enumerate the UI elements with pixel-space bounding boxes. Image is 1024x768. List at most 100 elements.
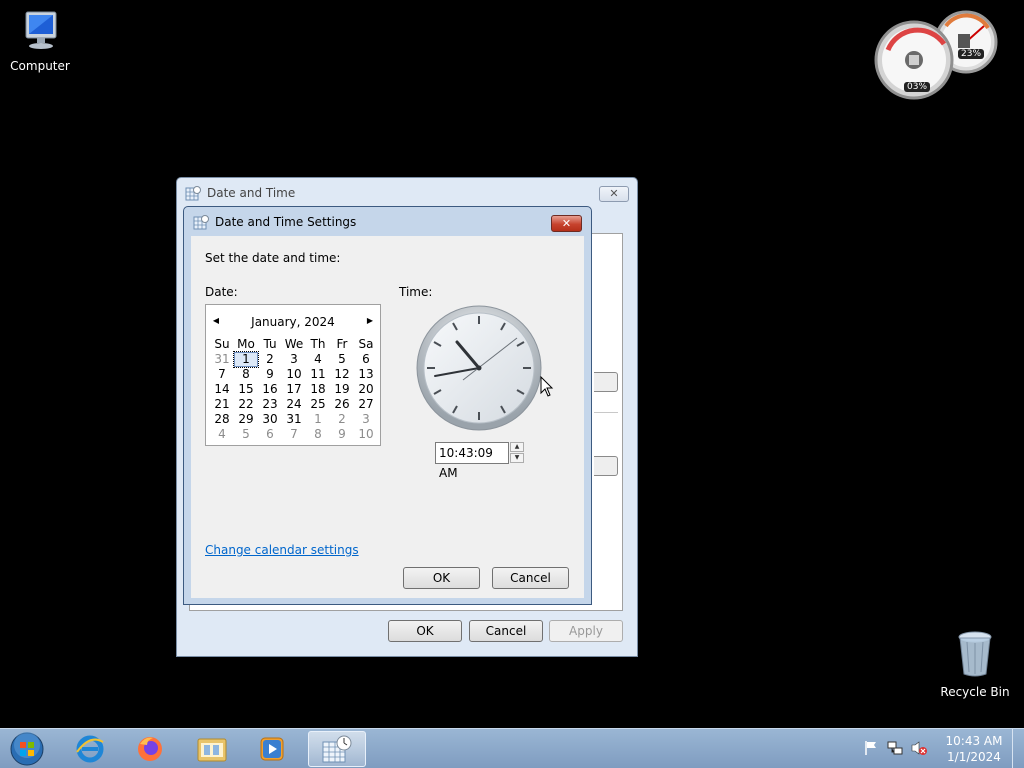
calendar-month-label[interactable]: January, 2024: [206, 315, 380, 329]
calendar-day[interactable]: 18: [306, 382, 330, 397]
time-spin-up[interactable]: ▲: [510, 442, 524, 452]
calendar-day[interactable]: 6: [354, 352, 378, 367]
weekday-header: Th: [310, 337, 326, 351]
outer-divider: [594, 412, 618, 413]
mouse-cursor-icon: [540, 376, 554, 397]
dialog-close-button[interactable]: ✕: [551, 215, 582, 232]
calendar-day-selected[interactable]: 1: [233, 351, 259, 368]
time-input[interactable]: 10:43:09 AM: [435, 442, 509, 480]
calendar-day[interactable]: 25: [306, 397, 330, 412]
taskbar-firefox[interactable]: [124, 731, 176, 767]
calendar-day[interactable]: 3: [282, 352, 306, 367]
taskbar-clock[interactable]: 10:43 AM 1/1/2024: [938, 733, 1010, 765]
taskbar-internet-explorer[interactable]: [64, 731, 116, 767]
calendar-header: ◀ January, 2024 ▶: [206, 313, 380, 331]
calendar-day[interactable]: 2: [330, 412, 354, 427]
calendar-day[interactable]: 4: [306, 352, 330, 367]
calendar-day[interactable]: 28: [210, 412, 234, 427]
outer-cancel-button[interactable]: Cancel: [469, 620, 543, 642]
calendar-day[interactable]: 6: [258, 427, 282, 442]
taskbar-file-explorer[interactable]: [186, 731, 238, 767]
calendar-day[interactable]: 19: [330, 382, 354, 397]
analog-clock-icon: [416, 305, 542, 431]
action-center-flag-icon[interactable]: [862, 739, 880, 757]
calendar-day[interactable]: 5: [234, 427, 258, 442]
weekday-header: We: [284, 337, 304, 351]
calendar-week-row: 7 8 9 10 11 12 13: [210, 367, 378, 382]
calendar-day[interactable]: 26: [330, 397, 354, 412]
calendar-day[interactable]: 29: [234, 412, 258, 427]
outer-titlebar[interactable]: Date and Time: [177, 178, 637, 208]
calendar-week-row: 21 22 23 24 25 26 27: [210, 397, 378, 412]
calendar-day[interactable]: 5: [330, 352, 354, 367]
next-month-arrow-icon[interactable]: ▶: [364, 315, 376, 327]
computer-desktop-icon[interactable]: Computer: [0, 8, 80, 73]
computer-label: Computer: [10, 59, 70, 73]
calendar-day[interactable]: 31: [210, 352, 234, 367]
cpu-usage-value: 03%: [904, 82, 931, 92]
outer-close-button[interactable]: ✕: [599, 186, 629, 202]
outer-hidden-button[interactable]: [594, 372, 618, 392]
close-icon: ✕: [561, 217, 572, 230]
calendar-week-row: 4 5 6 7 8 9 10: [210, 427, 378, 442]
change-calendar-settings-link[interactable]: Change calendar settings: [205, 543, 359, 557]
outer-hidden-button-2[interactable]: [594, 456, 618, 476]
weekday-header: Fr: [336, 337, 348, 351]
calendar-day[interactable]: 8: [306, 427, 330, 442]
spin-down-icon: ▼: [514, 454, 520, 461]
calendar-day[interactable]: 10: [282, 367, 306, 382]
taskbar-date-time[interactable]: [308, 731, 366, 767]
taskbar-media-player[interactable]: [246, 731, 298, 767]
calendar-day[interactable]: 27: [354, 397, 378, 412]
close-icon: ✕: [609, 187, 619, 200]
date-label: Date:: [205, 285, 238, 299]
calendar-day[interactable]: 1: [306, 412, 330, 427]
calendar-day[interactable]: 30: [258, 412, 282, 427]
weekday-header-row: Su Mo Tu We Th Fr Sa: [210, 337, 378, 352]
calendar-day[interactable]: 23: [258, 397, 282, 412]
spin-up-icon: ▲: [514, 443, 520, 450]
calendar-grid: Su Mo Tu We Th Fr Sa 31 1 2 3 4 5 6 7 8 …: [210, 337, 378, 442]
computer-icon: [25, 11, 57, 49]
calendar-day[interactable]: 10: [354, 427, 378, 442]
notification-area: [862, 739, 928, 757]
calendar-day[interactable]: 24: [282, 397, 306, 412]
time-spin-down[interactable]: ▼: [510, 453, 524, 463]
calendar-day[interactable]: 2: [258, 352, 282, 367]
calendar-day[interactable]: 15: [234, 382, 258, 397]
calendar-day[interactable]: 17: [282, 382, 306, 397]
cpu-meter-gadget[interactable]: 03% 23%: [874, 8, 1002, 104]
calendar-day[interactable]: 16: [258, 382, 282, 397]
calendar-day[interactable]: 22: [234, 397, 258, 412]
firefox-icon: [138, 737, 162, 761]
calendar-day[interactable]: 3: [354, 412, 378, 427]
calendar-day[interactable]: 8: [234, 367, 258, 382]
calendar-day[interactable]: 4: [210, 427, 234, 442]
calendar-day[interactable]: 12: [330, 367, 354, 382]
date-time-app-icon: [193, 215, 209, 230]
dialog-cancel-button[interactable]: Cancel: [492, 567, 569, 589]
calendar-day[interactable]: 13: [354, 367, 378, 382]
outer-window-title: Date and Time: [207, 186, 296, 200]
calendar-day[interactable]: 20: [354, 382, 378, 397]
calendar-day[interactable]: 7: [210, 367, 234, 382]
date-and-time-settings-dialog: Date and Time Settings ✕ Set the date an…: [183, 206, 592, 605]
month-calendar[interactable]: ◀ January, 2024 ▶ Su Mo Tu We Th Fr Sa 3…: [205, 304, 381, 446]
instruction-text: Set the date and time:: [205, 251, 341, 265]
recycle-bin-desktop-icon[interactable]: Recycle Bin: [935, 630, 1015, 699]
show-desktop-button[interactable]: [1012, 729, 1024, 768]
calendar-day[interactable]: 21: [210, 397, 234, 412]
calendar-day[interactable]: 31: [282, 412, 306, 427]
dialog-ok-button[interactable]: OK: [403, 567, 480, 589]
network-icon[interactable]: [886, 739, 904, 757]
start-button-icon[interactable]: [8, 731, 46, 767]
dialog-titlebar[interactable]: Date and Time Settings: [184, 207, 591, 237]
calendar-day[interactable]: 11: [306, 367, 330, 382]
volume-muted-icon[interactable]: [910, 739, 928, 757]
calendar-day[interactable]: 9: [258, 367, 282, 382]
taskbar: 10:43 AM 1/1/2024: [0, 728, 1024, 768]
outer-ok-button[interactable]: OK: [388, 620, 462, 642]
calendar-day[interactable]: 7: [282, 427, 306, 442]
calendar-day[interactable]: 14: [210, 382, 234, 397]
calendar-day[interactable]: 9: [330, 427, 354, 442]
